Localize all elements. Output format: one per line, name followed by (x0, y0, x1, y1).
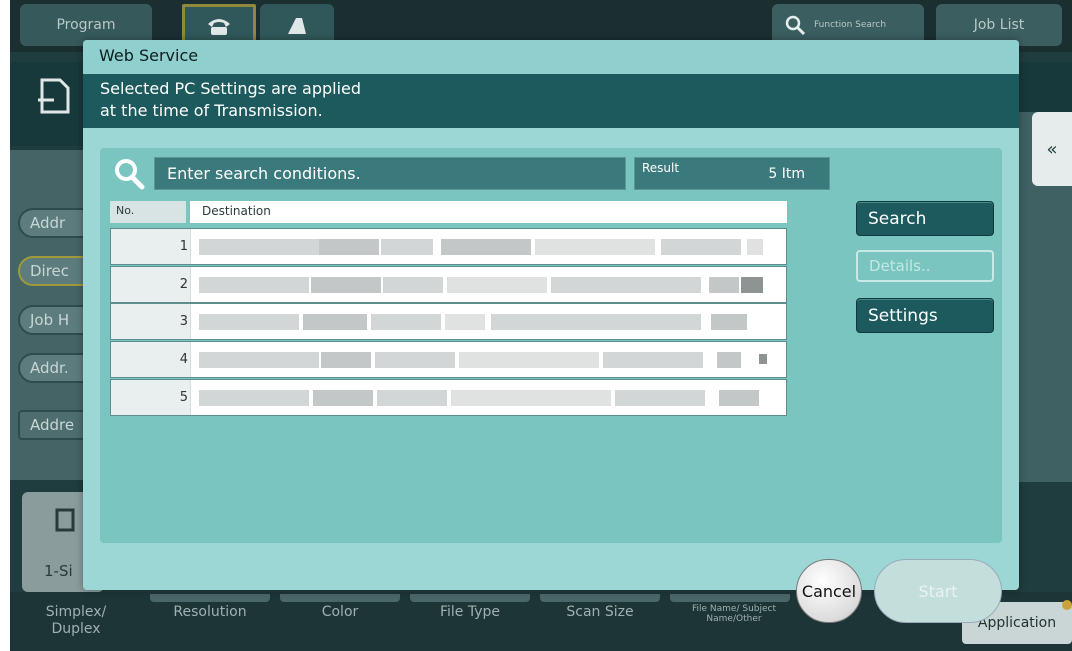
file-name-subject-button[interactable]: File Name/ Subject Name/Other (674, 604, 794, 624)
mfp-screen: Program Function Search Job List Addr Di… (0, 0, 1072, 651)
tab-separator (540, 594, 660, 602)
destination-row[interactable]: 2 (110, 266, 787, 303)
application-indicator (1062, 600, 1072, 610)
resolution-button[interactable]: Resolution (160, 604, 260, 621)
result-count-box: Result 5 Itm (634, 157, 830, 190)
cancel-button[interactable]: Cancel (796, 559, 862, 623)
settings-button[interactable]: Settings (856, 298, 994, 333)
search-conditions-field[interactable]: Enter search conditions. (154, 157, 626, 190)
scan-size-button[interactable]: Scan Size (550, 604, 650, 621)
single-page-icon (55, 508, 75, 532)
row-number: 4 (111, 342, 191, 377)
result-label: Result (642, 161, 680, 175)
destination-name-redacted (191, 304, 786, 339)
handset-icon (288, 18, 306, 34)
row-number: 3 (111, 304, 191, 339)
tab-separator (150, 594, 270, 602)
destination-name-redacted (191, 380, 786, 415)
tab-separator (410, 594, 530, 602)
row-number: 1 (111, 229, 191, 264)
search-button[interactable]: Search (856, 201, 994, 236)
phone-icon (208, 19, 230, 35)
double-chevron-left-icon: « (1046, 138, 1058, 160)
dialog-message: Selected PC Settings are applied at the … (83, 74, 1019, 128)
row-number: 5 (111, 380, 191, 415)
column-header-destination: Destination (190, 201, 787, 223)
column-header-no: No. (110, 201, 186, 223)
tab-separator (670, 594, 790, 602)
destination-row[interactable]: 1 (110, 228, 787, 265)
color-button[interactable]: Color (290, 604, 390, 621)
dialog-title: Web Service (83, 40, 1019, 74)
one-sided-label: 1-Si (44, 562, 73, 580)
simplex-duplex-button[interactable]: Simplex/ Duplex (28, 604, 124, 638)
destination-row[interactable]: 5 (110, 379, 787, 416)
destination-row[interactable]: 4 (110, 341, 787, 378)
search-icon (115, 159, 145, 190)
row-number: 2 (111, 267, 191, 302)
destination-name-redacted (191, 229, 786, 264)
destination-row[interactable]: 3 (110, 303, 787, 340)
function-search-label: Function Search (814, 20, 887, 30)
file-type-button[interactable]: File Type (420, 604, 520, 621)
search-icon (785, 15, 806, 36)
tab-separator (280, 594, 400, 602)
destination-name-redacted (191, 267, 786, 302)
start-button[interactable]: Start (874, 559, 1002, 623)
destination-name-redacted (191, 342, 786, 377)
result-count-value: 5 Itm (768, 166, 805, 182)
document-icon (38, 78, 70, 114)
collapse-arrow-button[interactable]: « (1032, 112, 1072, 186)
details-button[interactable]: Details.. (856, 250, 994, 282)
